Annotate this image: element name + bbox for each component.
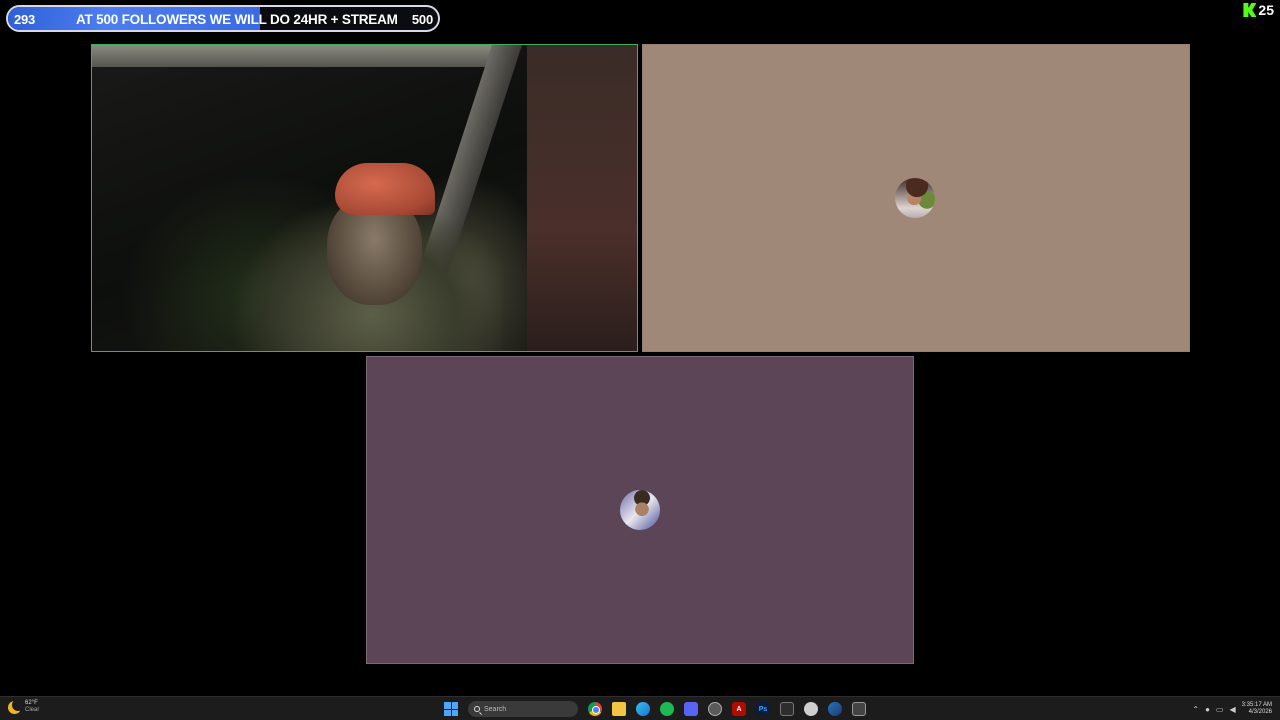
terminal-icon[interactable] — [780, 702, 794, 716]
kick-logo-icon — [1243, 3, 1257, 17]
search-icon — [474, 706, 480, 712]
goal-current-count: 293 — [14, 12, 36, 27]
edge-icon[interactable] — [636, 702, 650, 716]
follower-goal-bar: 293 AT 500 FOLLOWERS WE WILL DO 24HR + S… — [6, 5, 440, 32]
microphone-icon[interactable]: ● — [1205, 705, 1210, 714]
goal-title: AT 500 FOLLOWERS WE WILL DO 24HR + STREA… — [76, 12, 398, 27]
weather-widget[interactable]: 62°F Clear — [8, 698, 40, 714]
steam-icon[interactable] — [828, 702, 842, 716]
participant-2-avatar — [895, 178, 935, 218]
start-icon[interactable] — [444, 702, 458, 716]
network-icon[interactable]: ▭ — [1216, 705, 1224, 714]
taskbar-search-input[interactable]: Search — [468, 701, 578, 717]
clock-date: 4/3/2026 — [1248, 709, 1272, 715]
spotify-icon[interactable] — [660, 702, 674, 716]
webcam-cap — [335, 163, 435, 215]
volume-icon[interactable]: ◀ — [1229, 705, 1235, 714]
file-explorer-icon[interactable] — [612, 702, 626, 716]
system-tray: ⌃ ● ▭ ◀ 3:35:17 AM 4/3/2026 — [1192, 699, 1272, 719]
moon-icon — [8, 698, 24, 714]
windows-taskbar: 62°F Clear Search A Ps ⌃ ● ▭ ◀ 3:35:17 A… — [0, 696, 1280, 720]
search-placeholder: Search — [484, 705, 507, 713]
kick-badge-count: 25 — [1258, 2, 1274, 18]
circle-app-icon[interactable] — [804, 702, 818, 716]
weather-temperature: 62°F — [25, 700, 38, 706]
discord-icon[interactable] — [684, 702, 698, 716]
kick-badge: 25 — [1243, 2, 1274, 18]
chrome-icon[interactable] — [588, 702, 602, 716]
participant-video-tile-3[interactable] — [366, 356, 914, 664]
participant-3-avatar — [620, 490, 660, 530]
photoshop-icon[interactable]: Ps — [756, 702, 770, 716]
participant-video-tile-2[interactable] — [642, 44, 1190, 352]
goal-target-count: 500 — [411, 12, 433, 27]
participant-video-tile-webcam[interactable] — [91, 44, 638, 352]
chevron-up-icon[interactable]: ⌃ — [1192, 705, 1199, 714]
webcam-scene-wall — [527, 45, 637, 351]
clock-time: 3:35:17 AM — [1241, 702, 1272, 708]
acrobat-icon[interactable]: A — [732, 702, 746, 716]
webcam-scene-ceiling — [92, 45, 512, 67]
obs-icon[interactable] — [708, 702, 722, 716]
grid-app-icon[interactable] — [852, 702, 866, 716]
taskbar-apps: Search A Ps — [444, 699, 866, 719]
system-clock[interactable]: 3:35:17 AM 4/3/2026 — [1242, 702, 1272, 716]
weather-condition: Clear — [25, 707, 40, 713]
